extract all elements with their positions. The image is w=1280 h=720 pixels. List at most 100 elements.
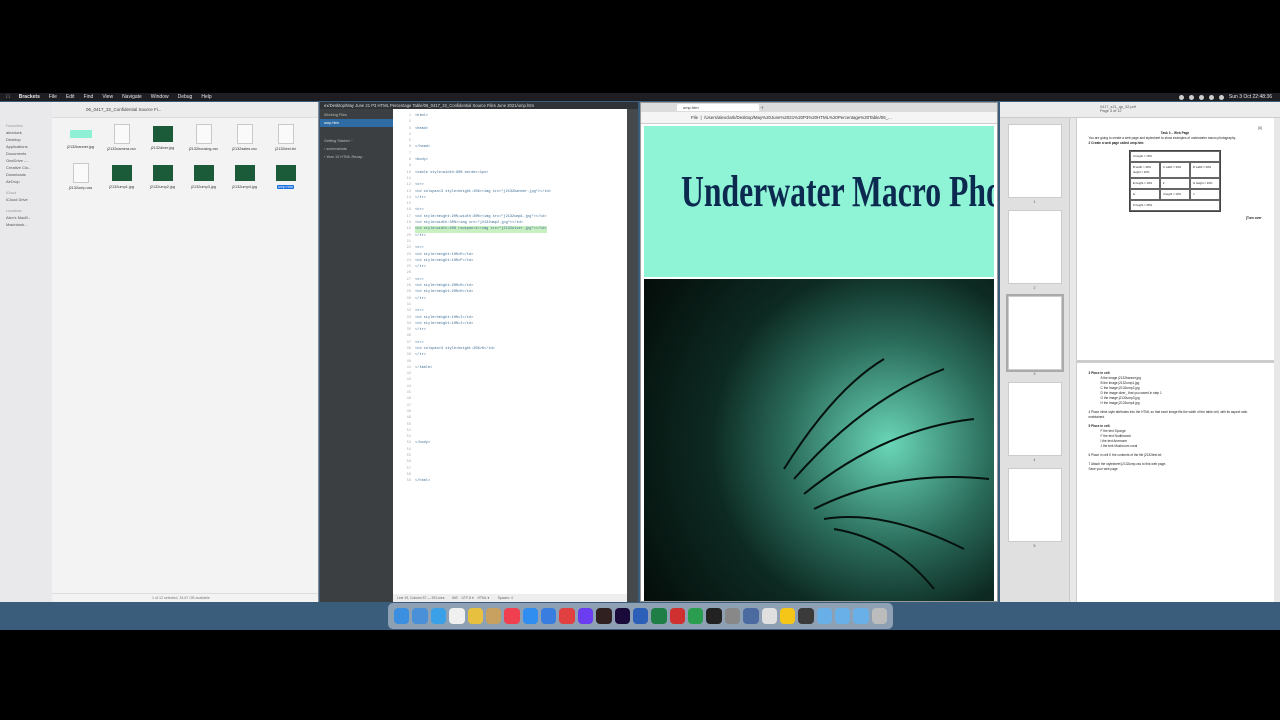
dock-app-icon[interactable]	[853, 608, 869, 624]
dock-app-icon[interactable]	[669, 608, 685, 624]
menu-bar:  Brackets File Edit Find View Navigate …	[0, 93, 1280, 101]
page-thumbnail[interactable]	[1007, 468, 1062, 542]
dock-app-icon[interactable]	[871, 608, 888, 624]
sidebar-item[interactable]: Alex's MacB...	[0, 214, 52, 221]
dock-app-icon[interactable]	[724, 608, 741, 624]
dock-app-icon[interactable]	[430, 608, 447, 624]
dock-app-icon[interactable]	[743, 608, 759, 624]
dock-app-icon[interactable]	[835, 608, 851, 624]
sidebar-item[interactable]: AirDrop	[0, 178, 52, 185]
dock-app-icon[interactable]	[577, 608, 594, 624]
menu-file[interactable]: File	[49, 94, 57, 100]
apple-icon[interactable]: 	[6, 94, 10, 100]
file-icon	[113, 124, 130, 144]
page-thumbnail[interactable]	[1007, 124, 1062, 198]
dock-app-icon[interactable]	[485, 608, 502, 624]
dock-app-icon[interactable]	[541, 608, 557, 624]
sidebar-item[interactable]: Documents	[0, 150, 52, 157]
project-dropdown[interactable]: Getting Started ~	[320, 137, 393, 145]
page-thumbnail[interactable]	[1007, 382, 1062, 456]
dock-app-icon[interactable]	[651, 608, 667, 624]
dock-app-icon[interactable]	[467, 608, 483, 624]
diagram-cell: E height = 10%	[1130, 178, 1160, 189]
status-icon[interactable]	[1188, 94, 1194, 100]
dock-app-icon[interactable]	[412, 608, 428, 624]
sidebar-item[interactable]: Creative Clo...	[0, 164, 52, 171]
search-icon[interactable]	[1218, 94, 1224, 100]
line-code: </head>	[415, 145, 431, 150]
list-item: J the text Mushroom coral	[1100, 444, 1138, 448]
new-tab-icon[interactable]: ＋	[760, 105, 764, 110]
page-thumbnail-number: 3	[1033, 372, 1036, 376]
file-item[interactable]: j2132sales.csv	[224, 124, 265, 151]
file-item[interactable]: j2132ump1.jpg	[101, 163, 142, 190]
dock-app-icon[interactable]	[688, 608, 704, 624]
file-item[interactable]: j2132banner.jpg	[60, 124, 101, 151]
browser-tab[interactable]: ump.htm	[677, 104, 759, 111]
code-line[interactable]: 59 </html>	[393, 478, 627, 484]
tree-item[interactable]: › screenshots	[320, 145, 393, 153]
menu-clock[interactable]: Sun 3 Oct 22:48:36	[1229, 94, 1272, 100]
address-bar[interactable]: File | /Users/alexclark/Desktop/May%20Ju…	[641, 112, 997, 124]
dock-app-icon[interactable]	[706, 608, 722, 624]
dock-app-icon[interactable]	[761, 608, 777, 624]
file-icon	[152, 126, 173, 142]
line-code: </tr>	[415, 328, 426, 333]
menu-window[interactable]: Window	[151, 94, 169, 100]
dock-app-icon[interactable]	[816, 608, 832, 624]
tree-item[interactable]: › Year 10 HTML Recap	[320, 153, 393, 161]
wifi-icon[interactable]	[1198, 94, 1204, 100]
diagram-cell: K height = 25%	[1130, 200, 1220, 211]
dock-app-icon[interactable]	[614, 608, 630, 624]
dock-app-icon[interactable]	[632, 608, 649, 624]
code-editor[interactable]: 1 <html> 2 3 <head> 4 5 6 </head> 7 8 <body> 9 10 <tab…	[393, 109, 627, 594]
file-icon	[152, 165, 173, 181]
finder-window: Favourites alexclark Desktop Application…	[0, 102, 319, 602]
pdf-pages[interactable]: [4] Task 3 – Web Page You are going to c…	[1076, 118, 1274, 602]
dock-app-icon[interactable]	[559, 608, 575, 624]
file-item[interactable]: j2132diver.jpg	[142, 124, 183, 151]
menu-edit[interactable]: Edit	[66, 94, 75, 100]
file-item[interactable]: ump.htm	[265, 163, 306, 190]
url-text[interactable]: /Users/alexclark/Desktop/May%20June%2021…	[704, 115, 892, 120]
dock-app-icon[interactable]	[779, 608, 796, 624]
desktop:  Brackets File Edit Find View Navigate …	[0, 93, 1280, 630]
extension-toolbar	[627, 109, 638, 602]
file-name: j2132ump.css	[68, 186, 93, 190]
line-code: <head>	[415, 126, 428, 131]
file-item[interactable]: j2132housing.csv	[183, 124, 224, 151]
menu-app-name[interactable]: Brackets	[19, 94, 40, 100]
dock-app-icon[interactable]	[596, 608, 612, 624]
sidebar-item[interactable]: iCloud Drive	[0, 196, 52, 203]
file-item[interactable]: j2132ump3.jpg	[183, 163, 224, 190]
line-code: </tr>	[415, 353, 426, 358]
menu-find[interactable]: Find	[84, 94, 94, 100]
page-thumbnail[interactable]	[1007, 210, 1062, 284]
battery-icon[interactable]	[1208, 94, 1214, 100]
page-thumbnail-selected[interactable]	[1005, 294, 1064, 372]
dock-app-icon[interactable]	[798, 608, 814, 624]
sidebar-item[interactable]: Applications	[0, 143, 52, 150]
sidebar-item[interactable]: Downloads	[0, 171, 52, 178]
diagram-cell: I height = 10%	[1160, 189, 1190, 200]
file-item[interactable]: j2132text.txt	[265, 124, 306, 151]
menu-view[interactable]: View	[102, 94, 113, 100]
file-item[interactable]: j2132camera.csv	[101, 124, 142, 151]
menu-debug[interactable]: Debug	[178, 94, 193, 100]
sidebar-item[interactable]: Macintosh...	[0, 221, 52, 228]
sidebar-item[interactable]: Desktop	[0, 136, 52, 143]
file-item[interactable]: j2132ump.css	[60, 163, 101, 190]
file-item[interactable]: j2132ump4.jpg	[224, 163, 265, 190]
working-file-item[interactable]: ump.htm	[320, 119, 393, 127]
sidebar-item[interactable]: alexclark	[0, 129, 52, 136]
status-icon[interactable]	[1178, 94, 1184, 100]
dock-app-icon[interactable]	[449, 608, 465, 624]
sidebar-item[interactable]: OneDrive -...	[0, 157, 52, 164]
dock-app-icon[interactable]	[504, 608, 520, 624]
menu-navigate[interactable]: Navigate	[122, 94, 142, 100]
menu-help[interactable]: Help	[201, 94, 211, 100]
line-code: </tr>	[415, 195, 426, 200]
dock-app-icon[interactable]	[522, 608, 538, 624]
file-item[interactable]: j2132ump2.jpg	[142, 163, 183, 190]
dock-app-icon[interactable]	[394, 608, 410, 624]
